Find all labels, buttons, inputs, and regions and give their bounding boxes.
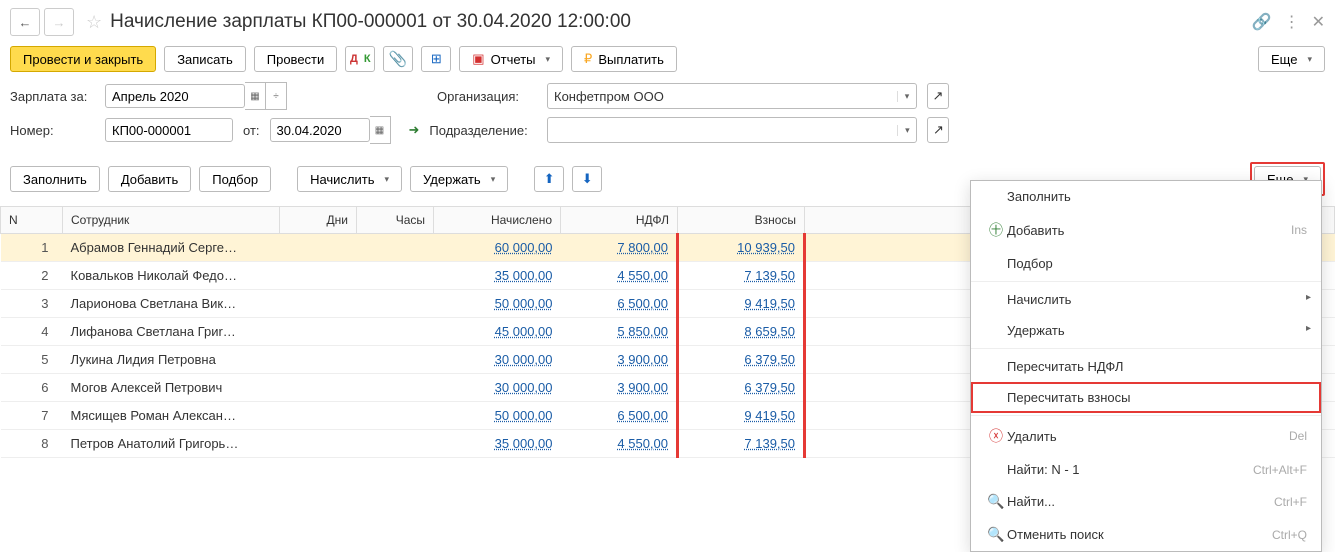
- dept-label: Подразделение:: [429, 123, 537, 138]
- dept-icon: ➜: [409, 122, 420, 138]
- col-accrued[interactable]: Начислено: [434, 207, 561, 234]
- menu-find-current[interactable]: Найти: N - 1Ctrl+Alt+F: [971, 454, 1321, 485]
- cell-employee: Ларионова Светлана Вик…: [63, 290, 280, 318]
- move-down-button[interactable]: ⬇: [572, 166, 602, 192]
- salary-for-label: Зарплата за:: [10, 89, 95, 104]
- stepper-icon[interactable]: ÷: [266, 82, 287, 110]
- kebab-menu-icon[interactable]: ⋮: [1284, 12, 1300, 32]
- nav-back-button[interactable]: ←: [10, 8, 40, 36]
- dept-select[interactable]: ▾: [547, 117, 917, 143]
- menu-withhold[interactable]: Удержать: [971, 315, 1321, 346]
- menu-add[interactable]: ㊉ДобавитьIns: [971, 212, 1321, 248]
- attachment-icon-button[interactable]: 📎: [383, 46, 413, 72]
- more-dropdown[interactable]: Еще: [1258, 46, 1325, 72]
- pick-button[interactable]: Подбор: [199, 166, 271, 192]
- col-contrib[interactable]: Взносы: [678, 207, 805, 234]
- cell-employee: Мясищев Роман Алексан…: [63, 402, 280, 430]
- menu-recalc-contrib[interactable]: Пересчитать взносы: [971, 382, 1321, 413]
- dept-open-button[interactable]: ↗: [927, 117, 949, 143]
- add-button[interactable]: Добавить: [108, 166, 191, 192]
- cell-employee: Абрамов Геннадий Серге…: [63, 234, 280, 262]
- calendar-icon[interactable]: ▦: [245, 82, 266, 110]
- accrue-dropdown[interactable]: Начислить: [297, 166, 402, 192]
- cell-employee: Петров Анатолий Григорь…: [63, 430, 280, 458]
- reports-dropdown[interactable]: ▣Отчеты: [459, 46, 563, 72]
- search-icon: 🔍: [985, 493, 1007, 510]
- fill-button[interactable]: Заполнить: [10, 166, 100, 192]
- plus-icon: ㊉: [985, 220, 1007, 240]
- col-ndfl[interactable]: НДФЛ: [561, 207, 678, 234]
- org-label: Организация:: [437, 89, 537, 104]
- move-up-button[interactable]: ⬆: [534, 166, 564, 192]
- date-label: от:: [243, 123, 260, 138]
- debit-credit-icon-button[interactable]: ДК: [345, 46, 375, 72]
- cell-employee: Лукина Лидия Петровна: [63, 346, 280, 374]
- link-icon[interactable]: 🔗: [1252, 12, 1272, 32]
- context-menu: Заполнить ㊉ДобавитьIns Подбор Начислить …: [970, 180, 1322, 552]
- number-input[interactable]: [105, 118, 233, 142]
- pay-button[interactable]: ₽Выплатить: [571, 46, 677, 72]
- calendar-icon[interactable]: ▦: [370, 116, 391, 144]
- org-select[interactable]: Конфетпром ООО ▾: [547, 83, 917, 109]
- delete-icon: ⓧ: [985, 426, 1007, 446]
- post-button[interactable]: Провести: [254, 46, 338, 72]
- structure-icon-button[interactable]: ⊞: [421, 46, 451, 72]
- menu-find[interactable]: 🔍Найти...Ctrl+F: [971, 485, 1321, 518]
- post-and-close-button[interactable]: Провести и закрыть: [10, 46, 156, 72]
- cancel-search-icon: 🔍: [985, 526, 1007, 543]
- col-emp[interactable]: Сотрудник: [63, 207, 280, 234]
- col-days[interactable]: Дни: [280, 207, 357, 234]
- cell-employee: Ковальков Николай Федо…: [63, 262, 280, 290]
- cell-employee: Лифанова Светлана Гриr…: [63, 318, 280, 346]
- menu-pick[interactable]: Подбор: [971, 248, 1321, 279]
- number-label: Номер:: [10, 123, 95, 138]
- menu-recalc-ndfl[interactable]: Пересчитать НДФЛ: [971, 351, 1321, 382]
- save-button[interactable]: Записать: [164, 46, 246, 72]
- col-n[interactable]: N: [1, 207, 63, 234]
- chevron-down-icon[interactable]: ▾: [897, 125, 916, 136]
- date-input[interactable]: [270, 118, 370, 142]
- close-icon[interactable]: ✕: [1312, 12, 1325, 32]
- nav-forward-button[interactable]: →: [44, 8, 74, 36]
- menu-delete[interactable]: ⓧУдалитьDel: [971, 418, 1321, 454]
- menu-fill[interactable]: Заполнить: [971, 181, 1321, 212]
- withhold-dropdown[interactable]: Удержать: [410, 166, 508, 192]
- page-title: Начисление зарплаты КП00-000001 от 30.04…: [110, 11, 631, 33]
- org-open-button[interactable]: ↗: [927, 83, 949, 109]
- salary-for-input[interactable]: [105, 84, 245, 108]
- chevron-down-icon[interactable]: ▾: [897, 91, 916, 102]
- favorite-star-icon[interactable]: ☆: [86, 12, 102, 33]
- menu-cancel-find[interactable]: 🔍Отменить поискCtrl+Q: [971, 518, 1321, 551]
- col-hours[interactable]: Часы: [357, 207, 434, 234]
- cell-employee: Могов Алексей Петрович: [63, 374, 280, 402]
- menu-accrue[interactable]: Начислить: [971, 284, 1321, 315]
